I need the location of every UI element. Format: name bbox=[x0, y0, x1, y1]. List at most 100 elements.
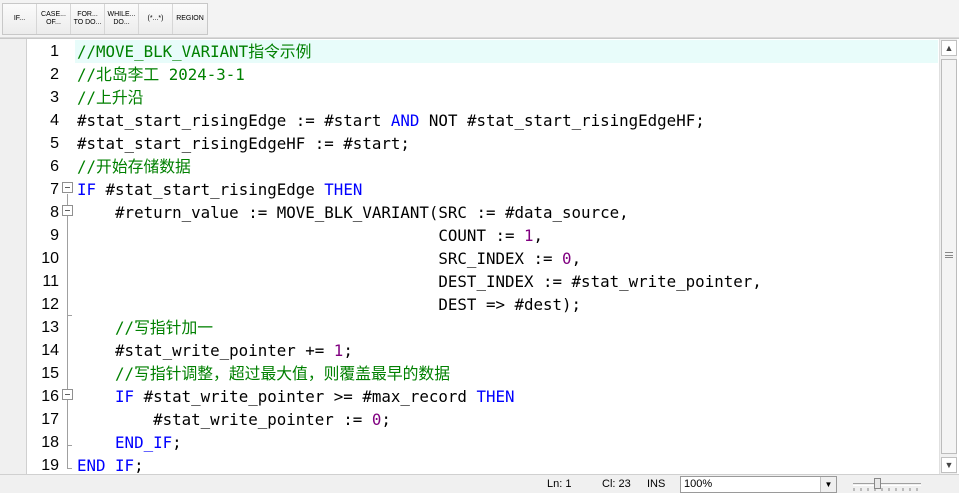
code-line[interactable]: DEST_INDEX := #stat_write_pointer, bbox=[75, 270, 938, 293]
cursor-column-readout: Cl: 23 bbox=[602, 478, 631, 490]
insert-region-button[interactable]: REGION bbox=[173, 4, 207, 34]
insert-if-button[interactable]: IF... bbox=[3, 4, 37, 34]
code-token-kw: IF bbox=[77, 180, 97, 199]
line-number: 10 bbox=[41, 250, 59, 267]
fold-toggle-call-icon[interactable] bbox=[62, 205, 73, 216]
line-number: 4 bbox=[50, 112, 59, 129]
fold-guide-line bbox=[67, 194, 68, 468]
code-token-kw: IF bbox=[115, 387, 135, 406]
code-token-var: DEST => #dest); bbox=[77, 295, 582, 314]
code-line[interactable]: IF #stat_write_pointer >= #max_record TH… bbox=[75, 385, 938, 408]
fold-toggle-inner-if-icon[interactable] bbox=[62, 389, 73, 400]
code-token-comment: //北岛李工 2024-3-1 bbox=[77, 65, 245, 84]
cursor-line-readout: Ln: 1 bbox=[547, 478, 572, 490]
zoom-select[interactable]: 100% ▼ bbox=[680, 476, 837, 493]
line-number: 1 bbox=[50, 43, 59, 60]
line-number: 12 bbox=[41, 296, 59, 313]
line-number: 9 bbox=[50, 227, 59, 244]
code-token-var: #return_value := MOVE_BLK_VARIANT(SRC :=… bbox=[77, 203, 629, 222]
insert-while-button[interactable]: WHILE... DO... bbox=[105, 4, 139, 34]
code-line[interactable]: #return_value := MOVE_BLK_VARIANT(SRC :=… bbox=[75, 201, 938, 224]
code-token-var: #stat_write_pointer >= #max_record bbox=[134, 387, 477, 406]
code-token-kw: END_IF bbox=[115, 433, 173, 452]
line-number: 2 bbox=[50, 66, 59, 83]
code-token-var: #stat_write_pointer := bbox=[77, 410, 372, 429]
status-bar: Ln: 1 Cl: 23 INS 100% ▼ bbox=[0, 474, 959, 493]
code-token-var: DEST_INDEX := #stat_write_pointer, bbox=[77, 272, 762, 291]
snippet-button-group: IF... CASE... OF... FOR... TO DO... WHIL… bbox=[2, 3, 208, 35]
line-number: 14 bbox=[41, 342, 59, 359]
line-number: 8 bbox=[50, 204, 59, 221]
vertical-scrollbar[interactable]: ▲ ▼ bbox=[939, 39, 957, 475]
code-editor[interactable]: 1 2 3 4 5 6 7 8 9 10 11 12 13 14 15 16 17 18 19 //MOVE_BLK… bbox=[0, 38, 959, 475]
code-token-var: #stat_start_risingEdge := #start bbox=[77, 111, 391, 130]
code-token-num: 0 bbox=[562, 249, 572, 268]
code-token-kw: AND bbox=[390, 111, 420, 130]
line-number: 5 bbox=[50, 135, 59, 152]
code-area[interactable]: //MOVE_BLK_VARIANT指令示例 //北岛李工 2024-3-1 //上… bbox=[75, 39, 938, 475]
code-line[interactable]: //MOVE_BLK_VARIANT指令示例 bbox=[75, 40, 938, 63]
code-token-num: 0 bbox=[371, 410, 382, 429]
chevron-down-icon[interactable]: ▼ bbox=[820, 477, 836, 492]
scrollbar-grip-icon bbox=[945, 252, 953, 258]
code-token-var: #stat_start_risingEdgeHF := #start; bbox=[77, 134, 410, 153]
code-token-var: ; bbox=[343, 341, 353, 360]
code-line[interactable]: #stat_write_pointer := 0; bbox=[75, 408, 938, 431]
line-number: 17 bbox=[41, 411, 59, 428]
code-token-kw: END_IF bbox=[77, 456, 135, 475]
toolbar: IF... CASE... OF... FOR... TO DO... WHIL… bbox=[0, 0, 959, 38]
line-number: 7 bbox=[50, 181, 59, 198]
fold-toggle-if-icon[interactable] bbox=[62, 182, 73, 193]
fold-end-marker bbox=[67, 315, 72, 316]
code-line[interactable]: #stat_start_risingEdge := #start AND NOT… bbox=[75, 109, 938, 132]
line-number: 16 bbox=[41, 388, 59, 405]
scrollbar-thumb[interactable] bbox=[941, 59, 957, 454]
insert-mode-indicator[interactable]: INS bbox=[647, 477, 665, 492]
zoom-slider-track[interactable] bbox=[853, 483, 921, 486]
zoom-slider-thumb[interactable] bbox=[874, 478, 881, 489]
code-token-comment: //上升沿 bbox=[77, 88, 144, 107]
code-token-var: #stat_start_risingEdge bbox=[96, 180, 325, 199]
code-token-var: COUNT := bbox=[77, 226, 524, 245]
scroll-up-icon[interactable]: ▲ bbox=[941, 40, 957, 56]
code-line[interactable]: //北岛李工 2024-3-1 bbox=[75, 63, 938, 86]
code-token-num: 1 bbox=[524, 226, 534, 245]
fold-margin bbox=[61, 39, 75, 475]
code-line[interactable]: END_IF; bbox=[75, 454, 938, 475]
line-number: 15 bbox=[41, 365, 59, 382]
code-token-kw: THEN bbox=[476, 387, 515, 406]
code-token-num: 1 bbox=[333, 341, 344, 360]
code-token-var: NOT #stat_start_risingEdgeHF; bbox=[419, 111, 705, 130]
code-line[interactable]: DEST => #dest); bbox=[75, 293, 938, 316]
code-line[interactable]: //写指针加一 bbox=[75, 316, 938, 339]
zoom-slider-ticks bbox=[853, 488, 918, 491]
code-line[interactable]: #stat_start_risingEdgeHF := #start; bbox=[75, 132, 938, 155]
code-token-var: ; bbox=[172, 433, 182, 452]
code-token-comment: //写指针调整，超过最大值，则覆盖最早的数据 bbox=[77, 364, 451, 383]
code-line[interactable]: //开始存储数据 bbox=[75, 155, 938, 178]
fold-end-marker bbox=[67, 445, 72, 446]
code-line[interactable]: COUNT := 1, bbox=[75, 224, 938, 247]
code-line[interactable]: //写指针调整，超过最大值，则覆盖最早的数据 bbox=[75, 362, 938, 385]
insert-comment-button[interactable]: (*...*) bbox=[139, 4, 173, 34]
code-token-var: ; bbox=[134, 456, 144, 475]
code-token-comment: //MOVE_BLK_VARIANT指令示例 bbox=[77, 42, 312, 61]
insert-for-button[interactable]: FOR... TO DO... bbox=[71, 4, 105, 34]
line-number: 3 bbox=[50, 89, 59, 106]
insert-case-button[interactable]: CASE... OF... bbox=[37, 4, 71, 34]
line-number: 6 bbox=[50, 158, 59, 175]
line-number: 13 bbox=[41, 319, 59, 336]
code-token-var bbox=[77, 433, 115, 452]
code-line[interactable]: #stat_write_pointer += 1; bbox=[75, 339, 938, 362]
scroll-down-icon[interactable]: ▼ bbox=[941, 457, 957, 473]
line-number: 11 bbox=[42, 273, 59, 290]
code-line[interactable]: IF #stat_start_risingEdge THEN bbox=[75, 178, 938, 201]
code-line[interactable]: //上升沿 bbox=[75, 86, 938, 109]
code-line[interactable]: SRC_INDEX := 0, bbox=[75, 247, 938, 270]
code-token-comment: //开始存储数据 bbox=[77, 157, 191, 176]
code-token-var bbox=[77, 387, 115, 406]
fold-end-marker bbox=[67, 468, 72, 469]
code-line[interactable]: END_IF; bbox=[75, 431, 938, 454]
code-token-comment: //写指针加一 bbox=[77, 318, 214, 337]
code-token-var: ; bbox=[381, 410, 391, 429]
